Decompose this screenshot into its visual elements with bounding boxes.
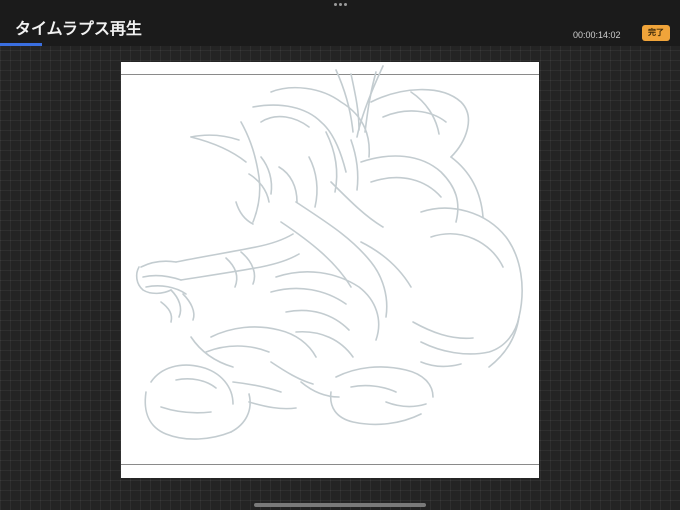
page-title: タイムラプス再生 (15, 21, 142, 38)
sketch-drawing (135, 65, 523, 440)
top-bar: タイムラプス再生 00:00:14:02 完了 (0, 0, 680, 46)
timecode-readout: 00:00:14:02 (573, 30, 621, 40)
done-button[interactable]: 完了 (642, 25, 670, 41)
more-dots-icon[interactable] (334, 3, 347, 6)
playback-canvas (121, 62, 539, 478)
home-indicator[interactable] (254, 503, 426, 507)
progress-indicator (0, 43, 42, 46)
